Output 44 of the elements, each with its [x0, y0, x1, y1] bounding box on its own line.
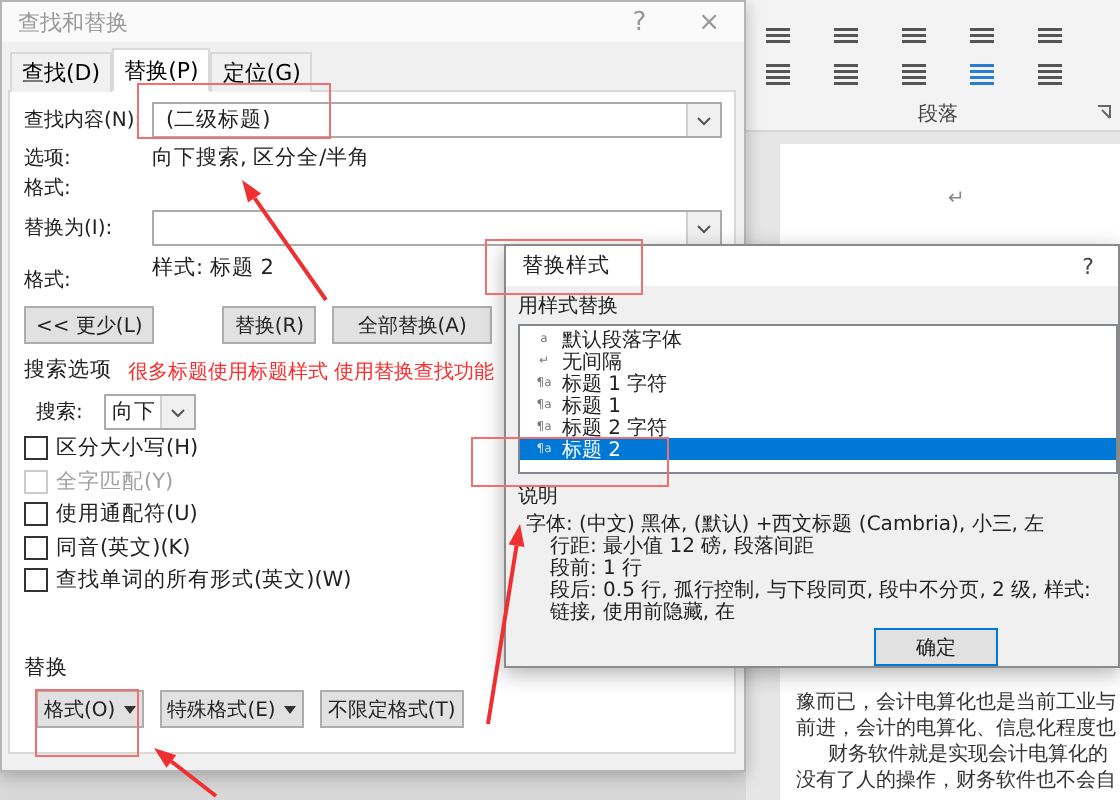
find-field[interactable]: (二级标题) — [152, 102, 722, 138]
caret-icon — [283, 705, 296, 713]
caret-icon — [160, 396, 194, 428]
format-button[interactable]: 格式(O) — [36, 690, 144, 728]
document-text-line: 财务软件就是实现会计电算化的 — [826, 742, 1110, 768]
document-text-line: 前进，会计的电算化、信息化程度也 — [796, 716, 1118, 742]
annotation-arrow — [154, 748, 218, 798]
description-text: 段前: 1 行 — [548, 558, 645, 580]
list-label: 用样式替换 — [518, 293, 620, 320]
ok-button[interactable]: 确定 — [874, 628, 998, 666]
format-button[interactable]: 特殊格式(E) — [159, 690, 304, 728]
description-text: 行距: 最小值 12 磅, 段落间距 — [548, 536, 816, 558]
caret-icon — [686, 104, 720, 136]
window-title: 替换样式 — [522, 252, 612, 280]
format-button[interactable]: 不限定格式(T) — [319, 690, 464, 728]
paragraph-mark: ↵ — [948, 188, 967, 210]
description-text: 段后: 0.5 行, 孤行控制, 与下段同页, 段中不分页, 2 级, 样式: 链接, 使用前隐藏, 在 — [548, 580, 1093, 624]
window-title: 查找和替换 — [18, 7, 130, 37]
field-label: 替换为(I): — [24, 215, 115, 242]
field-label: 搜索: — [34, 399, 85, 426]
section-title: 搜索选项 — [24, 356, 112, 384]
format-value: 样式: 标题 2 — [152, 254, 274, 282]
description-text: 字体: (中文) 黑体, (默认) +西文标题 (Cambria), 小三, 左 — [526, 514, 1047, 536]
dialog-button[interactable]: 全部替换(A) — [332, 306, 493, 344]
dialog-launcher-icon[interactable] — [1096, 104, 1112, 120]
options-value: 向下搜索, 区分全/半角 — [152, 143, 371, 171]
document-text-line: 豫而已，会计电算化也是当前工业与 — [796, 690, 1118, 716]
tab[interactable]: 替换(P) — [112, 48, 211, 92]
help-button[interactable]: ? — [1074, 253, 1102, 279]
dialog-button[interactable]: 替换(R) — [222, 306, 317, 344]
document-text-line: 没有了人的操作，财务软件也不会自 — [796, 768, 1118, 794]
group-label: 段落 — [918, 101, 958, 128]
annotation-text: 很多标题使用标题样式 使用替换查找功能 — [128, 360, 495, 386]
highlight-frame — [35, 689, 139, 757]
replace-field[interactable] — [152, 210, 722, 246]
dialog-button[interactable]: << 更少(L) — [24, 306, 155, 344]
caret-icon — [123, 705, 136, 713]
field-label: 格式: — [24, 267, 73, 294]
field-label: 格式: — [24, 175, 73, 201]
direction-dropdown[interactable]: 向下 — [104, 394, 196, 430]
field-label: 选项: — [24, 145, 73, 171]
tab[interactable]: 定位(G) — [210, 52, 313, 92]
section-title: 替换 — [24, 654, 68, 682]
tab[interactable]: 查找(D) — [10, 52, 113, 92]
